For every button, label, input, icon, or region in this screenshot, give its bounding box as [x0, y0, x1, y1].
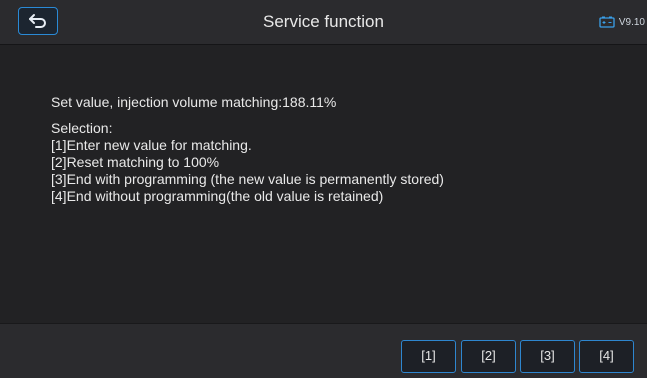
option-1-button[interactable]: [1]: [401, 340, 456, 373]
option-line-2: [2]Reset matching to 100%: [51, 154, 220, 170]
header-bar: Service function V9.10: [0, 0, 647, 45]
option-line-3: [3]End with programming (the new value i…: [51, 171, 444, 187]
version-indicator: V9.10: [599, 14, 645, 30]
version-label: V9.10: [618, 16, 645, 28]
page-title: Service function: [263, 12, 384, 31]
option-line-1: [1]Enter new value for matching.: [51, 137, 252, 153]
selection-heading: Selection:: [51, 120, 113, 136]
service-function-screen: Service function V9.10 Set value, inject…: [0, 0, 647, 378]
option-line-4: [4]End without programming(the old value…: [51, 188, 384, 204]
battery-icon: [599, 16, 615, 28]
content-panel: Set value, injection volume matching:188…: [0, 45, 647, 323]
footer-bar: [1] [2] [3] [4]: [0, 323, 647, 378]
selection-block: Selection: [1]Enter new value for matchi…: [51, 120, 444, 205]
option-2-button[interactable]: [2]: [461, 340, 516, 373]
status-line: Set value, injection volume matching:188…: [51, 94, 337, 110]
option-4-button[interactable]: [4]: [579, 340, 634, 373]
option-3-button[interactable]: [3]: [520, 340, 575, 373]
